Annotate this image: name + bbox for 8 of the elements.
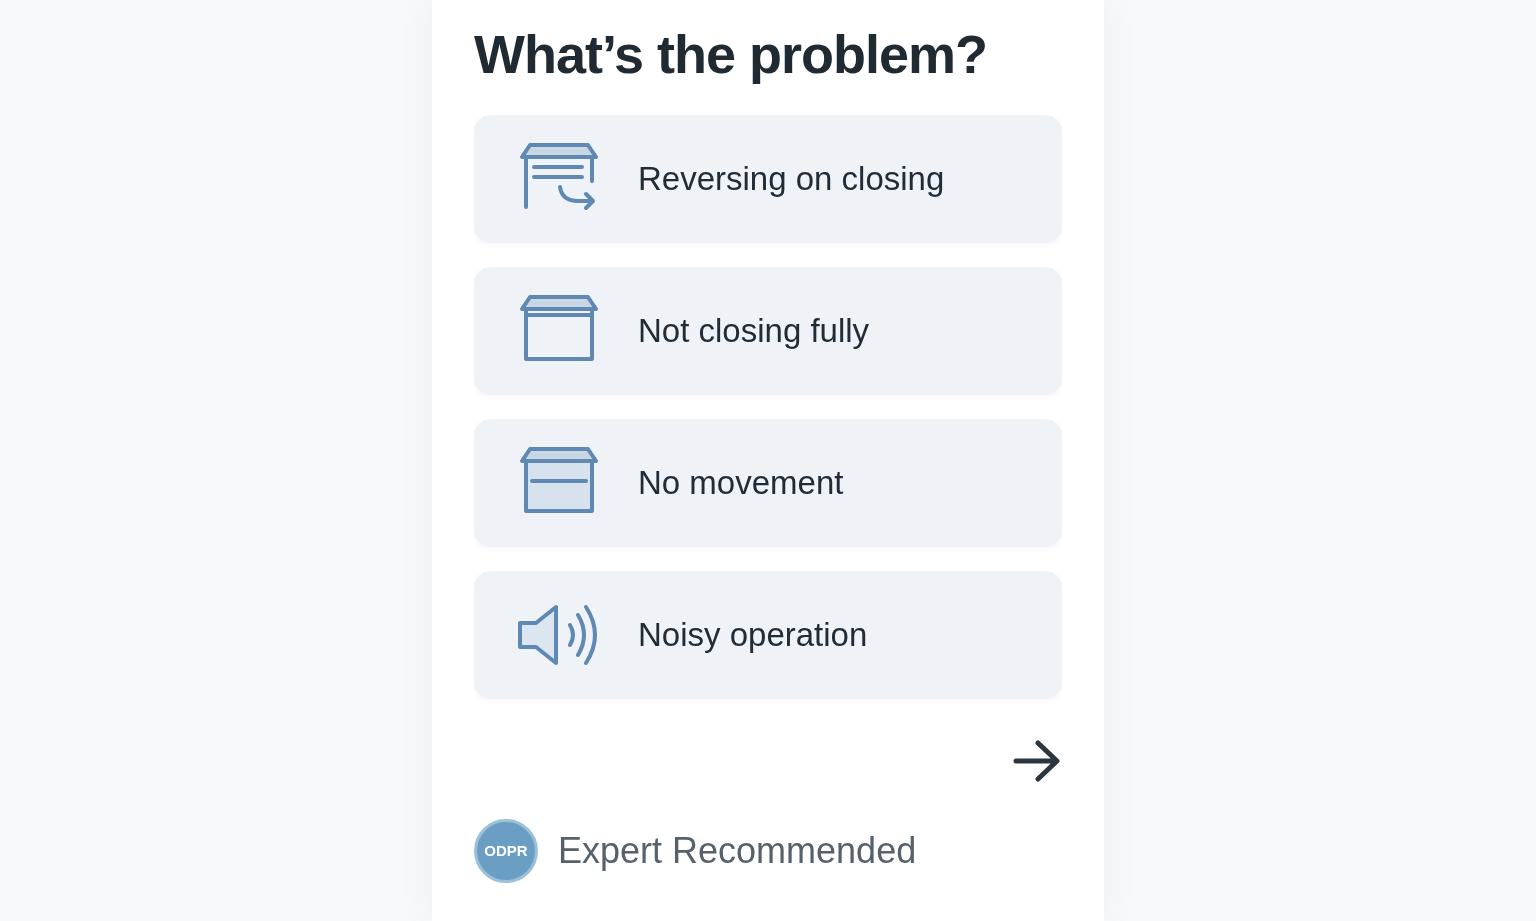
page-title: What’s the problem? — [474, 23, 988, 86]
next-arrow-button[interactable] — [1012, 738, 1062, 783]
option-button[interactable]: No movement — [474, 418, 1062, 547]
footer-text: Expert Recommended — [558, 831, 917, 871]
seal-badge: ODPR — [474, 818, 538, 883]
option-button[interactable]: Not closing fully — [474, 266, 1062, 395]
option-button[interactable]: Noisy operation — [474, 570, 1062, 699]
option-button[interactable]: Reversing on closing — [474, 114, 1062, 243]
